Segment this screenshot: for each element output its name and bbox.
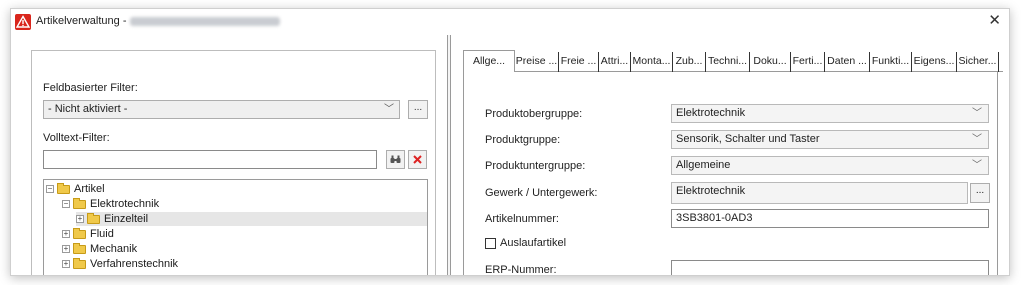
folder-icon bbox=[73, 242, 86, 254]
details-panel: Allge... Preise ... Freie ... Attri... M… bbox=[463, 50, 1003, 276]
window-body: Feldbasierter Filter: - Nicht aktiviert … bbox=[11, 35, 1009, 276]
chevron-down-icon: ﹀ bbox=[972, 160, 982, 171]
tree-node-verfahrenstechnik[interactable]: + Verfahrenstechnik bbox=[62, 257, 178, 271]
gewerk-select-button[interactable]: ... bbox=[970, 183, 990, 203]
chevron-down-icon: ﹀ bbox=[972, 134, 982, 145]
produktgruppe-value: Sensorik, Schalter und Taster bbox=[676, 133, 820, 145]
tab-zubehoer[interactable]: Zub... bbox=[673, 52, 706, 72]
field-filter-label: Feldbasierter Filter: bbox=[43, 82, 138, 94]
fulltext-filter-input[interactable] bbox=[43, 150, 377, 169]
close-icon[interactable]: ✕ bbox=[988, 13, 1001, 29]
tab-funktion[interactable]: Funkti... bbox=[870, 52, 912, 72]
tree-node-einzelteil[interactable]: + Einzelteil bbox=[76, 212, 427, 226]
tree-node-label: Verfahrenstechnik bbox=[90, 258, 179, 270]
tree-node-fluid[interactable]: + Fluid bbox=[62, 227, 114, 241]
panel-splitter[interactable] bbox=[447, 35, 451, 275]
tab-dokumente[interactable]: Doku... bbox=[750, 52, 791, 72]
folder-icon bbox=[87, 212, 100, 224]
tree-node-label: Einzelteil bbox=[104, 213, 149, 225]
folder-icon bbox=[73, 227, 86, 239]
produktobergruppe-select[interactable]: Elektrotechnik ﹀ bbox=[671, 104, 989, 123]
produktgruppe-label: Produktgruppe: bbox=[485, 134, 561, 146]
produktuntergruppe-label: Produktuntergruppe: bbox=[485, 160, 586, 172]
produktuntergruppe-value: Allgemeine bbox=[676, 159, 731, 171]
tab-allgemein[interactable]: Allge... bbox=[463, 50, 515, 73]
chevron-down-icon: ﹀ bbox=[972, 108, 982, 119]
folder-icon bbox=[73, 197, 86, 209]
field-filter-select[interactable]: - Nicht aktiviert - ﹀ bbox=[43, 100, 400, 119]
category-tree[interactable]: − Artikel − Elektrotechnik + Einzelteil + Fl… bbox=[43, 179, 428, 275]
tab-technik[interactable]: Techni... bbox=[706, 52, 750, 72]
binoculars-icon bbox=[390, 155, 401, 163]
field-filter-value: - Nicht aktiviert - bbox=[48, 103, 128, 115]
auslaufartikel-checkbox[interactable] bbox=[485, 238, 496, 249]
chevron-down-icon: ﹀ bbox=[384, 104, 394, 115]
expand-icon[interactable]: + bbox=[62, 245, 70, 254]
produktobergruppe-label: Produktobergruppe: bbox=[485, 108, 583, 120]
tab-daten[interactable]: Daten ... bbox=[825, 52, 870, 72]
erp-nummer-input[interactable] bbox=[671, 260, 989, 275]
title-bar: Artikelverwaltung - ✕ bbox=[11, 9, 1009, 35]
fulltext-filter-label: Volltext-Filter: bbox=[43, 132, 110, 144]
tree-node-label: Artikel bbox=[74, 183, 105, 195]
field-filter-options-button[interactable]: ... bbox=[408, 100, 428, 119]
artikelnummer-label: Artikelnummer: bbox=[485, 213, 559, 225]
red-x-icon bbox=[413, 155, 422, 164]
tab-attribute[interactable]: Attri... bbox=[599, 52, 631, 72]
collapse-icon[interactable]: − bbox=[62, 200, 70, 209]
tab-strip: Allge... Preise ... Freie ... Attri... M… bbox=[463, 50, 1003, 73]
search-button[interactable] bbox=[386, 150, 405, 169]
collapse-icon[interactable]: − bbox=[46, 185, 54, 194]
general-form: Produktobergruppe: Elektrotechnik ﹀ Prod… bbox=[463, 72, 998, 276]
auslaufartikel-label: Auslaufartikel bbox=[500, 237, 567, 249]
expand-icon[interactable]: + bbox=[62, 260, 70, 269]
tree-node-label: Fluid bbox=[90, 228, 114, 240]
tree-node-elektrotechnik[interactable]: − Elektrotechnik bbox=[62, 197, 159, 211]
produktgruppe-select[interactable]: Sensorik, Schalter und Taster ﹀ bbox=[671, 130, 989, 149]
tab-montage[interactable]: Monta... bbox=[631, 52, 673, 72]
produktuntergruppe-select[interactable]: Allgemeine ﹀ bbox=[671, 156, 989, 175]
tab-preise[interactable]: Preise ... bbox=[515, 52, 559, 72]
window-title: Artikelverwaltung - bbox=[36, 15, 281, 27]
artikelnummer-input[interactable]: 3SB3801-0AD3 bbox=[671, 209, 989, 228]
tree-node-label: Elektrotechnik bbox=[90, 198, 160, 210]
tree-node-mechanik[interactable]: + Mechanik bbox=[62, 242, 137, 256]
app-warning-icon bbox=[15, 14, 31, 30]
filter-panel: Feldbasierter Filter: - Nicht aktiviert … bbox=[31, 50, 436, 275]
redacted-title-text bbox=[130, 16, 281, 26]
tree-node-label: Mechanik bbox=[90, 243, 138, 255]
gewerk-label: Gewerk / Untergewerk: bbox=[485, 187, 598, 199]
folder-icon bbox=[73, 257, 86, 269]
tab-fertigung[interactable]: Ferti... bbox=[791, 52, 825, 72]
expand-icon[interactable]: + bbox=[62, 230, 70, 239]
tree-node-artikel[interactable]: − Artikel bbox=[46, 182, 105, 196]
clear-filter-button[interactable] bbox=[408, 150, 427, 169]
expand-icon[interactable]: + bbox=[76, 215, 84, 224]
tab-sicherheit[interactable]: Sicher... bbox=[957, 52, 999, 72]
produktobergruppe-value: Elektrotechnik bbox=[676, 107, 746, 119]
article-management-window: Artikelverwaltung - ✕ Feldbasierter Filt… bbox=[10, 8, 1010, 276]
folder-icon bbox=[57, 182, 70, 194]
erp-nummer-label: ERP-Nummer: bbox=[485, 264, 557, 276]
tab-eigenschaften[interactable]: Eigens... bbox=[912, 52, 957, 72]
tab-freie[interactable]: Freie ... bbox=[559, 52, 599, 72]
gewerk-field[interactable]: Elektrotechnik bbox=[671, 182, 968, 204]
